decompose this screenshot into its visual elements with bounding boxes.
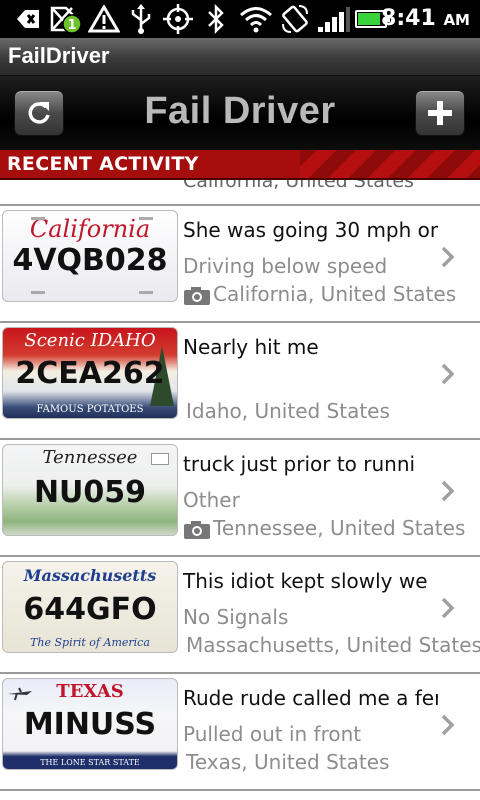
report-category: No Signals (183, 605, 289, 629)
page-title: Fail Driver (144, 90, 336, 132)
list-item[interactable]: Scenic IDAHO 2CEA262 FAMOUS POTATOES Nea… (0, 323, 480, 440)
section-header: RECENT ACTIVITY (0, 150, 480, 180)
list-item[interactable]: Massachusetts 644GFO The Spirit of Ameri… (0, 557, 480, 674)
report-category: Pulled out in front (183, 722, 362, 746)
plate-number: MINUSS (23, 707, 157, 742)
list-item[interactable]: California 4VQB028 She was going 30 mph … (0, 206, 480, 323)
report-title: Rude rude called me a fem (183, 686, 438, 710)
report-location: Tennessee, United States (213, 516, 466, 540)
activity-list[interactable]: California, United States California 4VQ… (0, 180, 480, 800)
report-title: She was going 30 mph on t (183, 218, 438, 242)
report-category: Driving below speed (183, 254, 388, 278)
chevron-right-icon (441, 597, 455, 619)
bluetooth-icon (204, 4, 228, 34)
license-plate-image: Massachusetts 644GFO The Spirit of Ameri… (2, 561, 178, 653)
plate-state: Scenic IDAHO (24, 330, 156, 351)
header: Fail Driver (0, 76, 480, 150)
list-item[interactable]: TEXAS MINUSS THE LONE STAR STATE Rude ru… (0, 674, 480, 791)
chevron-right-icon (441, 714, 455, 736)
app-title: FailDriver (8, 43, 110, 68)
chevron-right-icon (441, 363, 455, 385)
add-report-button[interactable] (415, 90, 465, 136)
list-item-partial: California, United States (0, 180, 480, 204)
camera-icon (184, 287, 210, 305)
notification-count: 1 (67, 18, 76, 33)
signal-icon (316, 4, 350, 34)
usb-debug-icon (14, 4, 42, 34)
plate-state: Massachusetts (23, 566, 157, 585)
plate-number: 4VQB028 (12, 243, 168, 278)
report-location: Idaho, United States (186, 399, 390, 423)
report-title: truck just prior to runni (183, 452, 416, 476)
clock-time: 8:41 (381, 6, 436, 31)
plate-footer: THE LONE STAR STATE (40, 758, 140, 767)
report-title: Nearly hit me (183, 335, 319, 359)
rotate-icon (280, 4, 310, 34)
warning-icon (88, 4, 120, 34)
sim-icon: 1 (48, 4, 82, 34)
report-location: Texas, United States (186, 750, 390, 774)
usb-icon (128, 4, 154, 34)
app-title-bar: FailDriver (0, 38, 480, 76)
status-bar: 1 8:41 AM (0, 0, 480, 38)
camera-icon (184, 521, 210, 539)
plate-number: NU059 (33, 475, 147, 510)
license-plate-image: TEXAS MINUSS THE LONE STAR STATE (2, 678, 178, 770)
plate-footer: The Spirit of America (30, 636, 150, 649)
plate-footer: FAMOUS POTATOES (36, 404, 144, 415)
report-location: California, United States (213, 282, 457, 306)
partial-location: California, United States (183, 180, 414, 192)
battery-level (358, 13, 381, 25)
report-location: Massachusetts, United States (186, 633, 480, 657)
plate-state: TEXAS (56, 681, 124, 702)
chevron-right-icon (441, 480, 455, 502)
license-plate-image: California 4VQB028 (2, 210, 178, 302)
clock: 8:41 AM (381, 6, 470, 31)
plate-number: 644GFO (23, 592, 157, 627)
gps-icon (160, 4, 196, 34)
license-plate-image: Scenic IDAHO 2CEA262 FAMOUS POTATOES (2, 327, 178, 419)
plate-number: 2CEA262 (15, 356, 165, 391)
section-title: RECENT ACTIVITY (7, 153, 199, 175)
wifi-icon (238, 4, 274, 34)
report-category: Other (183, 488, 240, 512)
license-plate-image: Tennessee NU059 (2, 444, 178, 536)
list-item[interactable]: Tennessee NU059 truck just prior to runn… (0, 440, 480, 557)
report-title: This idiot kept slowly we (183, 569, 428, 593)
clock-ampm: AM (443, 11, 470, 29)
chevron-right-icon (441, 246, 455, 268)
plus-icon (428, 101, 452, 125)
